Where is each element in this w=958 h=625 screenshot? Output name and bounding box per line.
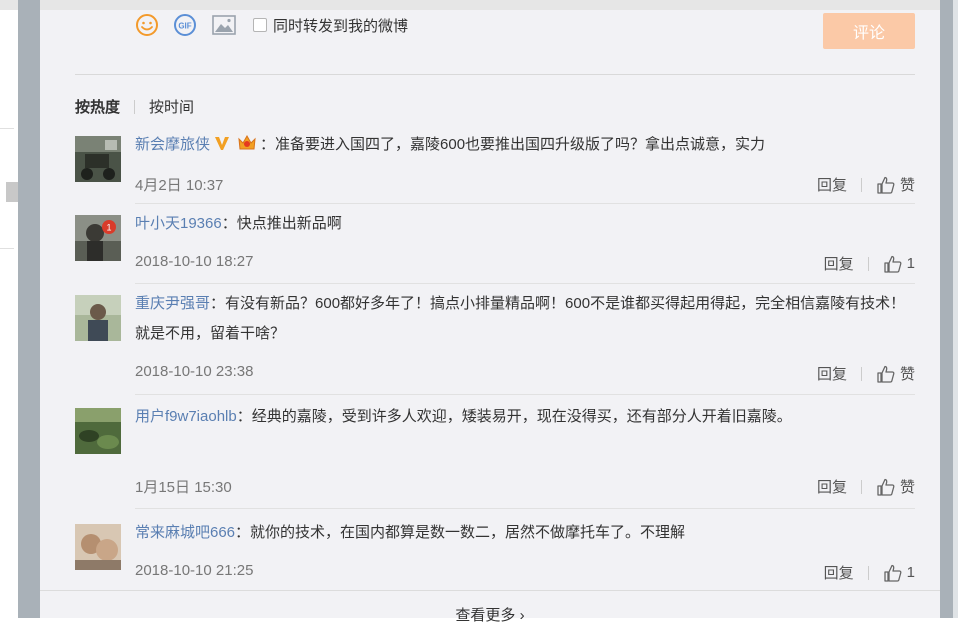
like-label: 赞	[899, 366, 915, 383]
avatar[interactable]	[75, 295, 121, 341]
scrollbar-track[interactable]	[953, 0, 958, 618]
reply-button[interactable]: 回复	[824, 562, 854, 583]
like-button[interactable]: 赞	[876, 174, 915, 195]
thumbs-up-icon	[877, 365, 895, 383]
like-button[interactable]: 赞	[876, 476, 915, 497]
verified-v-icon[interactable]	[214, 132, 230, 162]
comment-body: ：经典的嘉陵，受到许多人欢迎，矮装易开，现在没得买，还有部分人开着旧嘉陵。	[236, 408, 792, 425]
forward-to-weibo-label: 同时转发到我的微博	[273, 17, 409, 35]
submit-comment-button[interactable]: 评论	[823, 13, 915, 49]
avatar[interactable]	[75, 408, 121, 454]
comment-actions: 回复 1	[824, 562, 915, 583]
like-button[interactable]: 赞	[876, 363, 915, 384]
reply-button[interactable]: 回复	[817, 363, 847, 384]
comment-body: ：准备要进入国四了，嘉陵600也要推出国四升级版了吗？拿出点诚意，实力	[260, 136, 766, 153]
like-count: 1	[906, 255, 915, 272]
thumbs-up-icon	[877, 478, 895, 496]
comment-divider	[135, 283, 915, 284]
like-label: 赞	[899, 177, 915, 194]
comment-text: 新会摩旅侠 ：准备要进入国四了，嘉陵600也要推出国四升级版了吗？拿出点诚意，实力	[135, 130, 915, 162]
thumbs-up-icon	[884, 564, 902, 582]
comment-username[interactable]: 常来麻城吧666	[135, 524, 235, 541]
thumbs-up-icon	[884, 255, 902, 273]
comment-body: ：快点推出新品啊	[221, 215, 342, 232]
comment-time: 2018-10-10 18:27	[135, 253, 254, 270]
comment-text: 常来麻城吧666：就你的技术，在国内都算是数一数二，居然不做摩托车了。不理解	[135, 518, 915, 548]
comment-divider	[135, 203, 915, 204]
left-tab-handle[interactable]	[6, 182, 18, 202]
action-separator	[867, 565, 869, 580]
top-strip	[0, 0, 958, 10]
view-more-link[interactable]: 查看更多 ›	[40, 604, 940, 625]
comment-username[interactable]: 重庆尹强哥	[135, 295, 210, 312]
sort-by-time-tab[interactable]: 按时间	[149, 96, 194, 117]
reply-button[interactable]: 回复	[824, 253, 854, 274]
left-divider	[0, 248, 14, 249]
forward-to-weibo-checkbox[interactable]	[253, 18, 267, 32]
avatar[interactable]	[75, 136, 121, 182]
reply-button[interactable]: 回复	[817, 174, 847, 195]
action-separator	[860, 177, 862, 192]
comment-text: 用户f9w7iaohlb：经典的嘉陵，受到许多人欢迎，矮装易开，现在没得买，还有…	[135, 402, 915, 432]
comment-time: 2018-10-10 21:25	[135, 562, 254, 579]
comment-body: ：就你的技术，在国内都算是数一数二，居然不做摩托车了。不理解	[235, 524, 686, 541]
smiley-face-icon[interactable]	[135, 13, 159, 37]
comment-username[interactable]: 用户f9w7iaohlb	[135, 408, 237, 425]
svg-text:1: 1	[106, 223, 111, 233]
comment-text: 重庆尹强哥：有没有新品？600都好多年了！搞点小排量精品啊！600不是谁都买得起…	[135, 289, 915, 349]
like-button[interactable]: 1	[883, 255, 915, 273]
comment-actions: 回复 赞	[817, 363, 915, 384]
comment-actions: 回复 赞	[817, 174, 915, 195]
like-label: 赞	[899, 479, 915, 496]
comment-time: 2018-10-10 23:38	[135, 363, 254, 380]
right-scrollbar[interactable]	[940, 0, 958, 618]
sort-separator	[134, 99, 136, 114]
left-divider	[0, 128, 14, 129]
thumbs-up-icon	[877, 176, 895, 194]
action-separator	[860, 479, 862, 494]
comment-divider	[135, 394, 915, 395]
left-page-edge	[0, 10, 18, 618]
comment-divider	[135, 508, 915, 509]
avatar[interactable]: 1	[75, 215, 121, 261]
comment-time: 4月2日 10:37	[135, 177, 224, 194]
composer-toolbar: GIF 同时转发到我的微博	[135, 12, 408, 38]
gif-icon[interactable]: GIF	[173, 13, 197, 37]
sort-by-hot-tab[interactable]: 按热度	[75, 96, 120, 117]
comment-text: 叶小天19366：快点推出新品啊	[135, 209, 915, 239]
action-separator	[860, 366, 862, 381]
comment-body: ：有没有新品？600都好多年了！搞点小排量精品啊！600不是谁都买得起用得起，完…	[135, 295, 906, 342]
like-count: 1	[906, 564, 915, 581]
svg-text:GIF: GIF	[178, 22, 191, 31]
reply-button[interactable]: 回复	[817, 476, 847, 497]
crown-badge-icon[interactable]	[236, 132, 258, 162]
action-separator	[867, 256, 869, 271]
more-divider	[40, 590, 940, 591]
comment-time: 1月15日 15:30	[135, 479, 232, 496]
comment-actions: 回复 赞	[817, 476, 915, 497]
sort-bar: 按热度 按时间	[75, 96, 194, 117]
avatar[interactable]	[75, 524, 121, 570]
comment-username[interactable]: 叶小天19366	[135, 215, 222, 232]
left-gutter	[18, 0, 40, 618]
comment-username[interactable]: 新会摩旅侠	[135, 136, 210, 153]
comment-panel: GIF 同时转发到我的微博 评论 按热度 按时间 新会摩旅侠 ：准备要进入国四了…	[40, 10, 940, 624]
composer-divider	[75, 74, 915, 75]
picture-icon[interactable]	[211, 14, 237, 36]
like-button[interactable]: 1	[883, 564, 915, 582]
comment-actions: 回复 1	[824, 253, 915, 274]
